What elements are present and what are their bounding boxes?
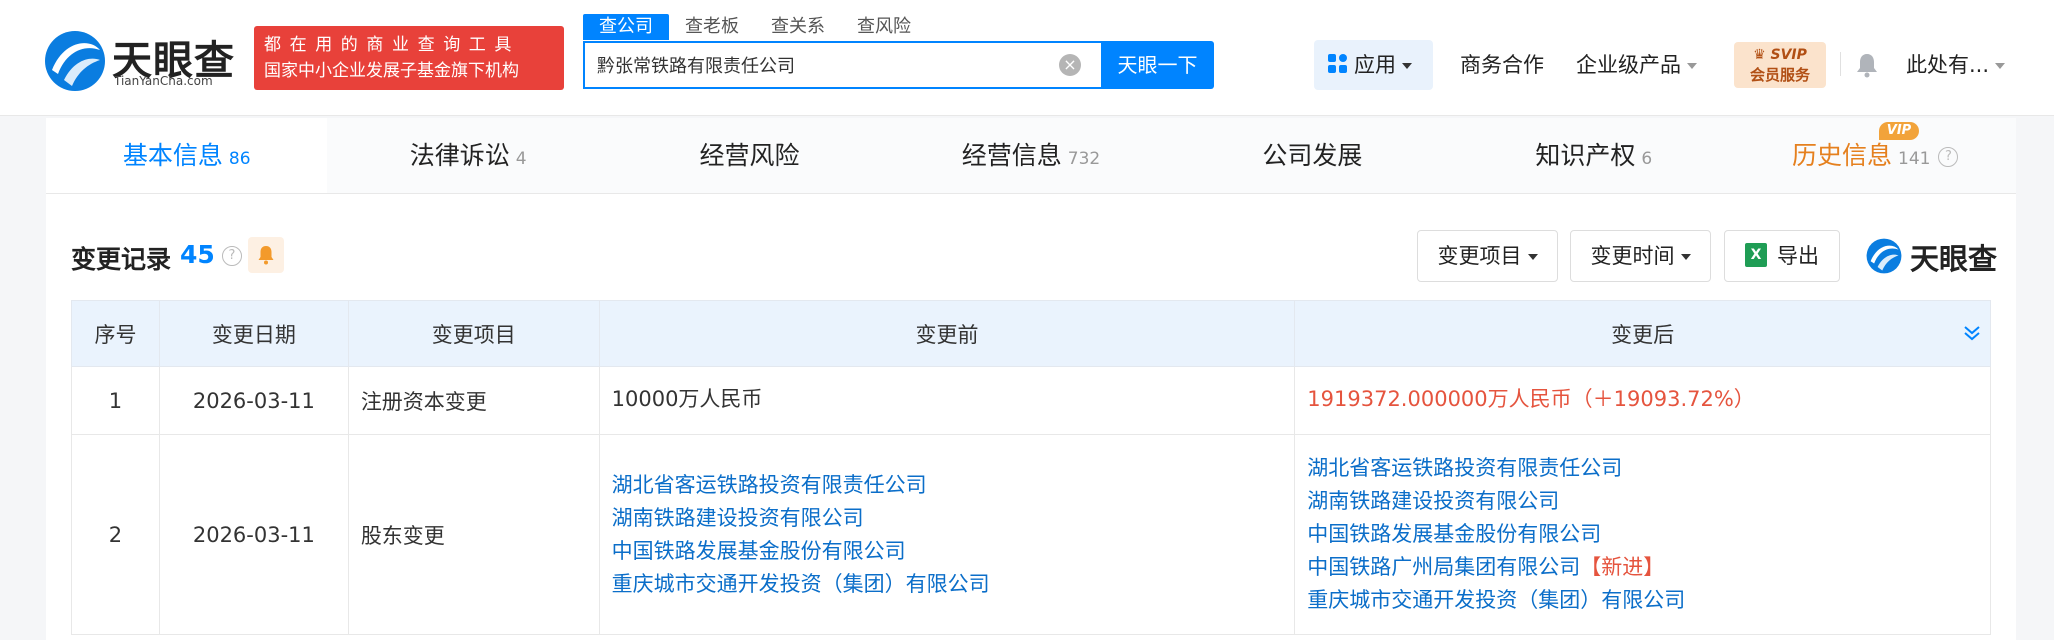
site-logo[interactable]: 天眼查 TianYanCha.com: [44, 28, 244, 94]
col-header-before: 变更前: [598, 300, 1296, 367]
export-button[interactable]: X 导出: [1724, 230, 1840, 282]
chevron-down-icon: [1527, 254, 1538, 260]
tab-risk[interactable]: 经营风险: [609, 118, 890, 193]
vip-badge: VIP: [1879, 122, 1919, 140]
slogan-line2: 国家中小企业发展子基金旗下机构: [264, 61, 519, 81]
apps-label: 应用: [1354, 53, 1396, 77]
new-entry-tag: 【新进】: [1580, 555, 1665, 579]
shareholder-link[interactable]: 重庆城市交通开发投资（集团）有限公司: [612, 568, 1295, 601]
tab-operation[interactable]: 经营信息 732: [890, 118, 1171, 193]
tab-legal[interactable]: 法律诉讼 4: [327, 118, 608, 193]
search-tab-boss[interactable]: 查老板: [669, 14, 755, 40]
logo-domain: TianYanCha.com: [114, 74, 213, 88]
filter-change-time[interactable]: 变更时间: [1570, 230, 1711, 282]
watermark-text: 天眼查: [1910, 242, 1998, 276]
apps-menu[interactable]: 应用: [1314, 40, 1433, 90]
tianyancha-logo-icon: [1866, 238, 1902, 274]
change-records-table: 序号 变更日期 变更项目 变更前 变更后 1 2026-03-11 注册资本变更…: [71, 300, 1991, 635]
filter-change-item[interactable]: 变更项目: [1417, 230, 1558, 282]
search-input[interactable]: [597, 43, 1037, 87]
search-type-tabs: 查公司 查老板 查关系 查风险: [583, 14, 927, 40]
chevron-down-icon: [1687, 63, 1697, 69]
tab-ip[interactable]: 知识产权 6: [1453, 118, 1734, 193]
apps-grid-icon: [1328, 54, 1348, 74]
company-tabs: 基本信息 86 法律诉讼 4 经营风险 经营信息 732 公司发展 知识产权 6 历史信…: [46, 118, 2016, 194]
clear-search-icon[interactable]: ×: [1059, 54, 1081, 76]
user-menu[interactable]: 此处有...: [1906, 40, 2006, 90]
shareholder-link[interactable]: 湖南铁路建设投资有限公司: [612, 502, 1295, 535]
col-header-no: 序号: [71, 300, 160, 367]
table-row: 1 2026-03-11 注册资本变更 10000万人民币 1919372.00…: [71, 366, 1991, 435]
business-cooperation-link[interactable]: 商务合作: [1460, 40, 1544, 90]
cell-no: 2: [71, 434, 160, 635]
monitor-button[interactable]: [248, 237, 284, 273]
nav-divider: [1840, 52, 1841, 76]
table-row: 2 2026-03-11 股东变更 湖北省客运铁路投资有限责任公司 湖南铁路建设…: [71, 434, 1991, 635]
section-title: 变更记录: [71, 245, 172, 274]
search-box: ×: [583, 41, 1101, 89]
col-header-date: 变更日期: [158, 300, 349, 367]
watermark-logo: 天眼查: [1866, 236, 1998, 276]
change-records-section: 变更记录 45 ? 变更项目 变更时间 X 导出 天眼查 序号 变更日期 变更项目…: [46, 194, 2016, 640]
shareholder-link[interactable]: 中国铁路发展基金股份有限公司: [612, 535, 1295, 568]
tab-development[interactable]: 公司发展: [1172, 118, 1453, 193]
svip-crown-text: ♛ SVIP: [1753, 47, 1807, 63]
section-count: 45: [180, 240, 215, 269]
bell-icon: [258, 246, 274, 265]
search-tab-company[interactable]: 查公司: [583, 14, 669, 40]
shareholder-row-new: 中国铁路广州局集团有限公司【新进】: [1307, 551, 1990, 584]
search-button[interactable]: 天眼一下: [1101, 41, 1214, 89]
col-header-after: 变更后: [1294, 300, 1991, 367]
tianyancha-logo-icon: [45, 31, 105, 91]
svip-label: 会员服务: [1749, 66, 1810, 84]
slogan-line1: 都在用的商业查询工具: [264, 35, 520, 55]
tab-basic-info[interactable]: 基本信息 86: [46, 118, 328, 193]
cell-date: 2026-03-11: [158, 366, 349, 435]
cell-date: 2026-03-11: [158, 434, 349, 635]
cell-before: 10000万人民币: [598, 366, 1296, 435]
cell-after: 1919372.000000万人民币（＋19093.72%）: [1294, 366, 1991, 435]
slogan-banner[interactable]: 都在用的商业查询工具 国家中小企业发展子基金旗下机构: [254, 26, 564, 90]
shareholder-link[interactable]: 湖北省客运铁路投资有限责任公司: [612, 469, 1295, 502]
bell-icon[interactable]: [1855, 52, 1879, 78]
cell-after: 湖北省客运铁路投资有限责任公司 湖南铁路建设投资有限公司 中国铁路发展基金股份有…: [1294, 434, 1991, 635]
shareholder-link[interactable]: 重庆城市交通开发投资（集团）有限公司: [1307, 584, 1990, 617]
chevron-down-icon: [1995, 63, 2006, 69]
search-tab-risk[interactable]: 查风险: [841, 14, 927, 40]
shareholder-link[interactable]: 中国铁路发展基金股份有限公司: [1307, 518, 1990, 551]
cell-no: 1: [71, 366, 160, 435]
cell-item: 股东变更: [347, 434, 600, 635]
user-label: 此处有...: [1906, 53, 1990, 77]
col-header-item: 变更项目: [347, 300, 600, 367]
shareholder-link[interactable]: 湖南铁路建设投资有限公司: [1307, 485, 1990, 518]
enterprise-products-menu[interactable]: 企业级产品: [1576, 40, 1697, 90]
shareholder-link[interactable]: 湖北省客运铁路投资有限责任公司: [1307, 452, 1990, 485]
cell-item: 注册资本变更: [347, 366, 600, 435]
tab-history[interactable]: 历史信息 141?: [1735, 118, 2016, 193]
chevron-down-icon: [1402, 63, 1412, 69]
search-tab-relation[interactable]: 查关系: [755, 14, 841, 40]
cell-before: 湖北省客运铁路投资有限责任公司 湖南铁路建设投资有限公司 中国铁路发展基金股份有…: [598, 434, 1296, 635]
shareholder-link[interactable]: 中国铁路广州局集团有限公司: [1307, 555, 1580, 579]
table-header-row: 序号 变更日期 变更项目 变更前 变更后: [71, 300, 1991, 367]
help-icon[interactable]: ?: [1938, 147, 1959, 167]
svip-button[interactable]: ♛ SVIP 会员服务: [1734, 42, 1826, 88]
enterprise-products-label: 企业级产品: [1576, 53, 1681, 77]
chevron-down-icon: [1680, 254, 1691, 260]
top-header: 天眼查 TianYanCha.com 都在用的商业查询工具 国家中小企业发展子基…: [0, 0, 2054, 116]
excel-icon: X: [1745, 243, 1767, 267]
expand-icon[interactable]: [1962, 323, 1982, 343]
help-icon[interactable]: ?: [222, 246, 242, 266]
